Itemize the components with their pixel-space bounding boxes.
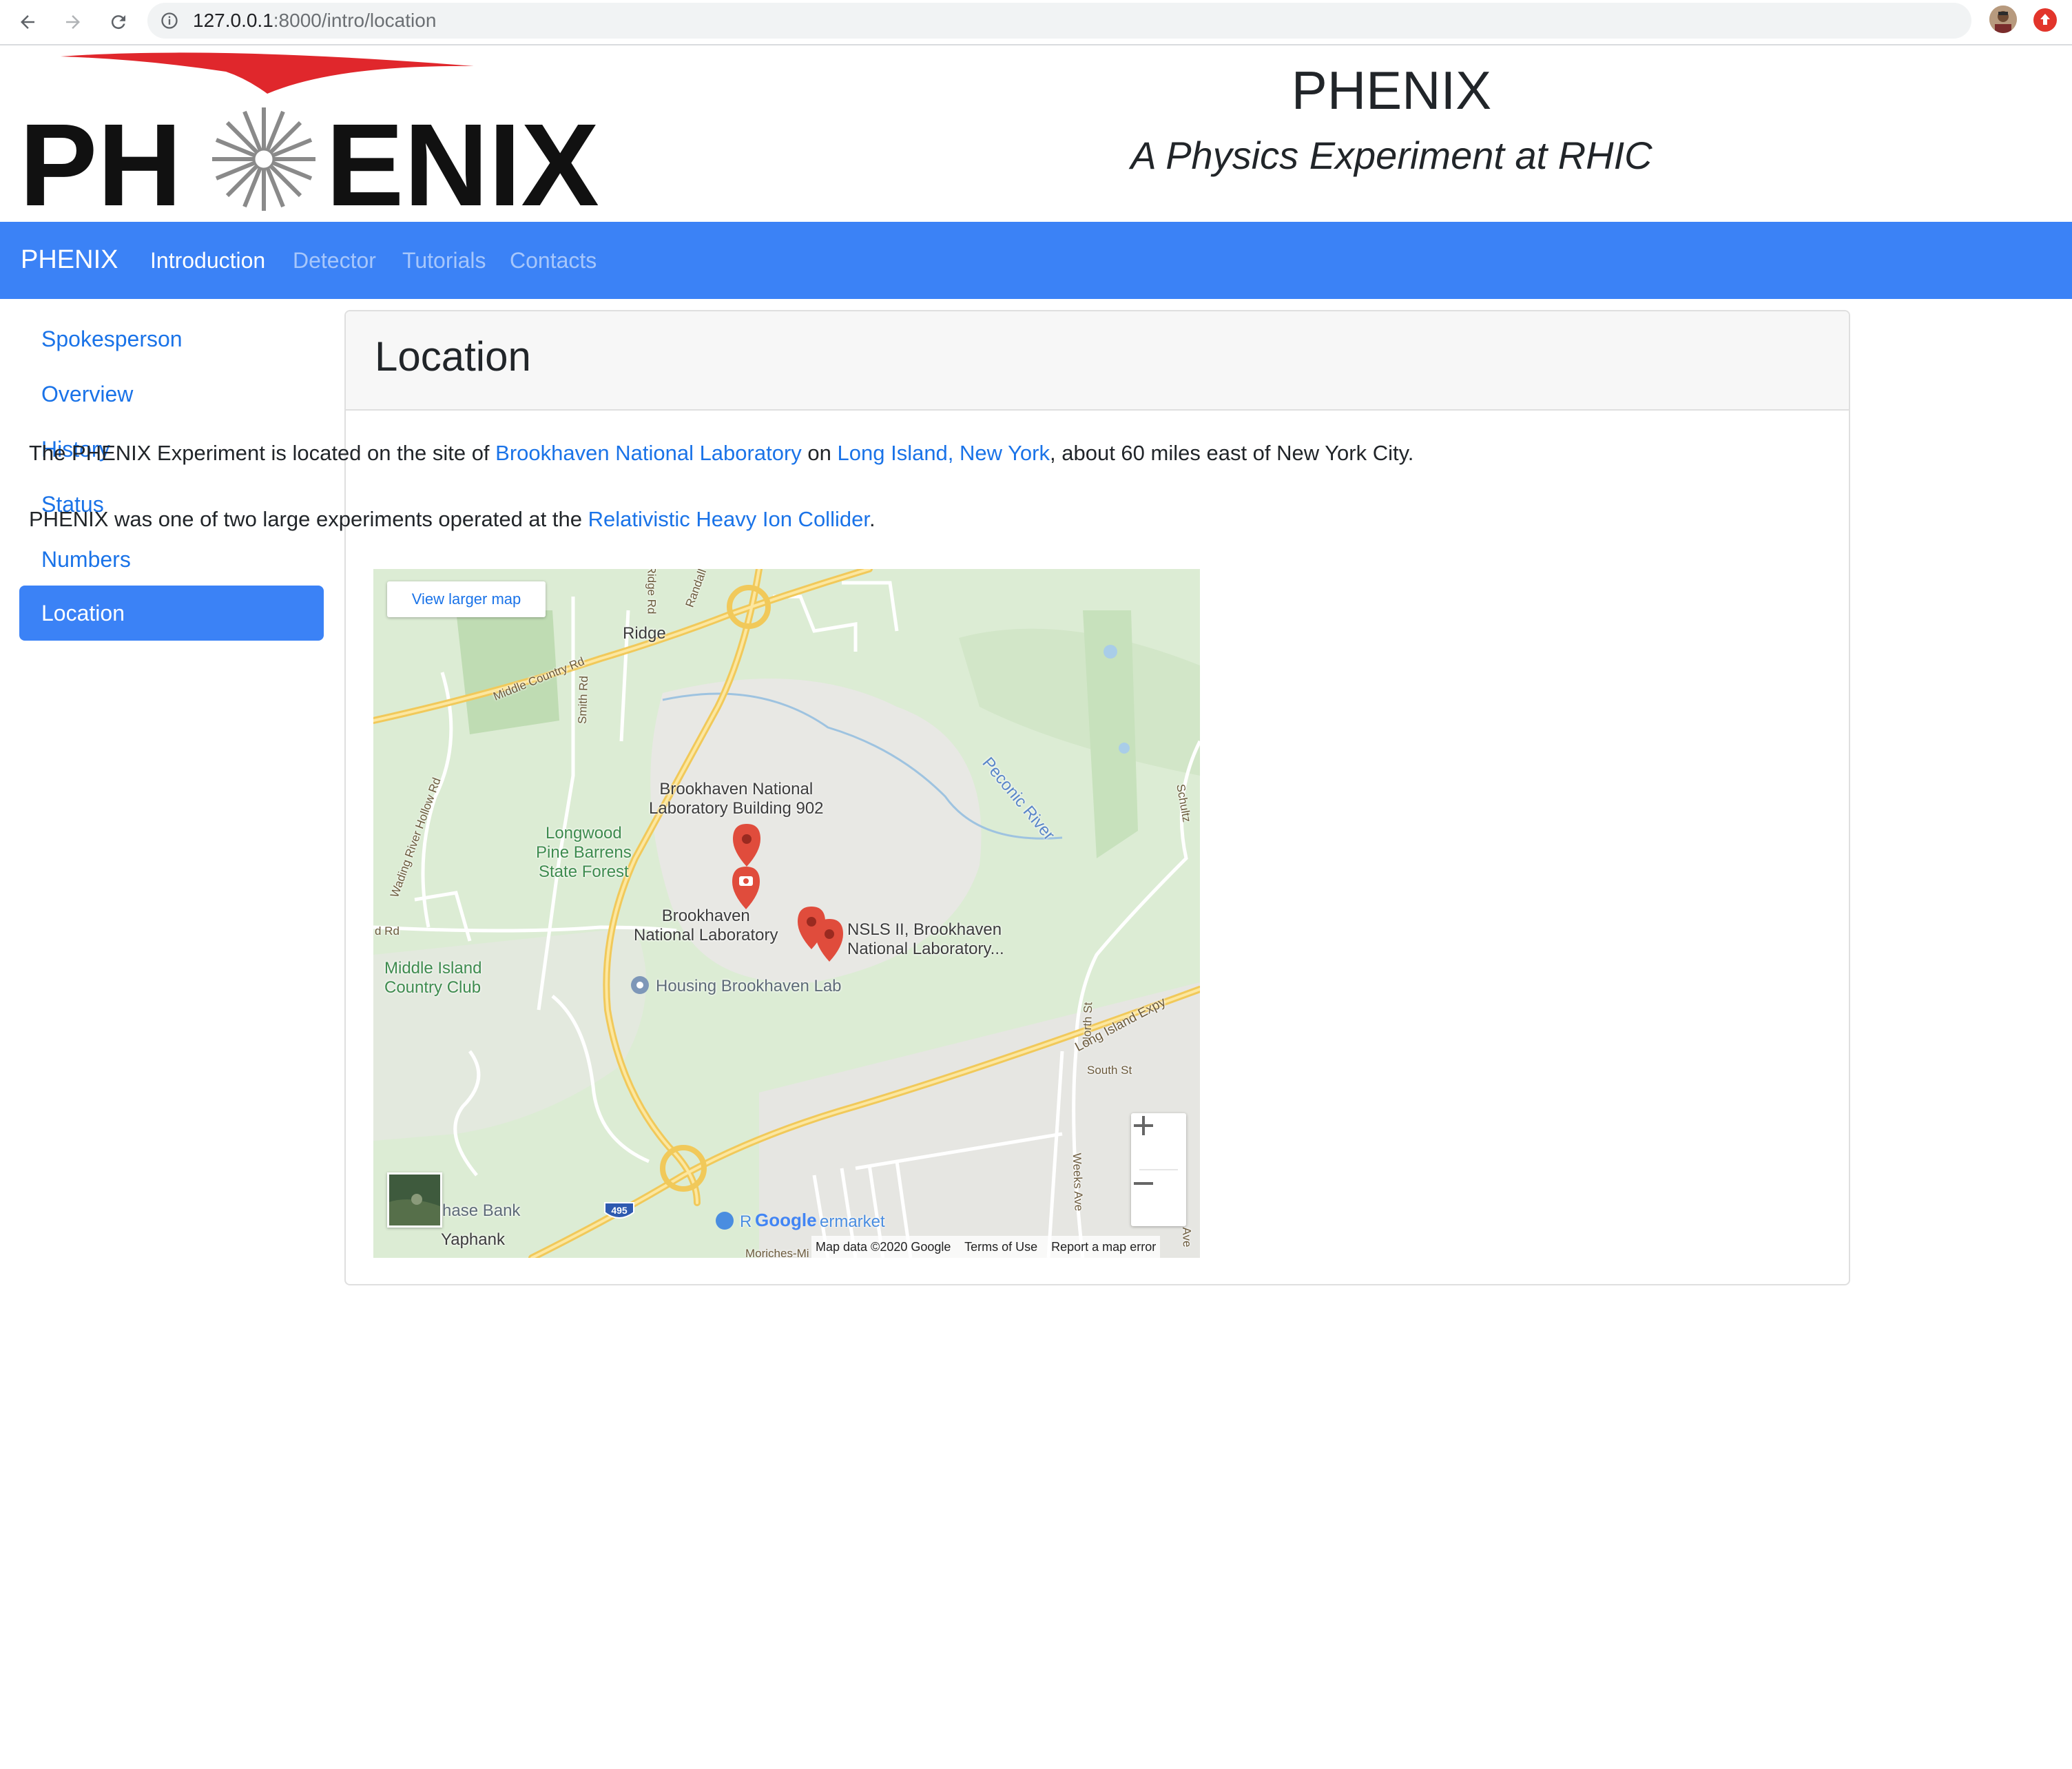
map-label-chase-bank: hase Bank (442, 1201, 521, 1220)
map-label-ridge-rd: Ridge Rd (645, 569, 659, 614)
nav-contacts[interactable]: Contacts (510, 247, 597, 274)
forward-arrow-icon[interactable] (56, 6, 90, 39)
site-subtitle: A Physics Experiment at RHIC (1130, 134, 1653, 177)
zoom-divider (1139, 1169, 1178, 1170)
map-label-bnl: Brookhaven National Laboratory (634, 907, 778, 944)
view-larger-map-button[interactable]: View larger map (387, 581, 546, 617)
navbar-brand[interactable]: PHENIX (21, 244, 118, 276)
map-label-ave: Ave (1179, 1227, 1194, 1248)
back-arrow-icon[interactable] (11, 6, 44, 39)
map-label-middle-island: Middle Island Country Club (384, 959, 482, 997)
phenix-logo[interactable]: PH ENIX (19, 45, 646, 231)
site-title: PHENIX (1291, 60, 1492, 121)
card-header: Location (346, 311, 1849, 411)
text: The PHENIX Experiment is located on the … (29, 441, 496, 465)
rhic-paragraph: PHENIX was one of two large experiments … (29, 506, 876, 533)
nav-tutorials[interactable]: Tutorials (402, 247, 486, 274)
map-label-yaphank: Yaphank (441, 1230, 505, 1249)
svg-text:PH: PH (19, 100, 182, 220)
map-label-rd: d Rd (375, 924, 400, 938)
embedded-map[interactable]: 495 Ridge Middle Country Rd Ridge Rd Ran… (373, 569, 1200, 1258)
text: , about 60 miles east of New York City. (1050, 441, 1414, 465)
zoom-out-button[interactable] (1131, 1171, 1186, 1226)
link-rhic[interactable]: Relativistic Heavy Ion Collider (588, 507, 869, 531)
svg-text:ENIX: ENIX (326, 100, 599, 220)
map-label-market-end: ermarket (820, 1212, 885, 1231)
text: on (801, 441, 838, 465)
sidebar-item-label: Overview (41, 382, 134, 406)
map-label-ridge: Ridge (623, 624, 666, 643)
sidebar-item-location[interactable]: Location (19, 586, 324, 641)
map-label-smith-rd: Smith Rd (575, 675, 591, 725)
satellite-thumbnail-icon (389, 1175, 440, 1225)
page-title: Location (375, 333, 531, 380)
sidebar-item-label: Location (41, 601, 125, 625)
link-bnl[interactable]: Brookhaven National Laboratory (495, 441, 802, 465)
sidebar-item-spokesperson[interactable]: Spokesperson (19, 311, 324, 366)
map-label-moriches: Moriches-Mi (745, 1247, 809, 1258)
text: PHENIX was one of two large experiments … (29, 507, 588, 531)
report-map-error-link[interactable]: Report a map error (1051, 1240, 1156, 1254)
nav-introduction[interactable]: Introduction (150, 247, 265, 274)
map-label-housing: Housing Brookhaven Lab (656, 977, 842, 995)
url-host: 127.0.0.1 (193, 10, 273, 31)
map-label-bnl-902: Brookhaven National Laboratory Building … (649, 780, 824, 818)
sidebar-item-numbers[interactable]: Numbers (19, 532, 324, 587)
map-label-market-start: R (740, 1212, 752, 1231)
avatar[interactable] (1989, 6, 2017, 33)
url-text: 127.0.0.1:8000/intro/location (193, 8, 436, 33)
browser-toolbar: 127.0.0.1:8000/intro/location (0, 0, 2072, 45)
address-bar[interactable]: 127.0.0.1:8000/intro/location (147, 3, 1971, 39)
url-path: :8000/intro/location (273, 10, 437, 31)
sidebar-item-overview[interactable]: Overview (19, 366, 324, 422)
sidebar-item-label: Spokesperson (41, 327, 183, 351)
map-label-south-st: South St (1087, 1064, 1132, 1077)
text: . (869, 507, 876, 531)
map-label-nsls: NSLS II, Brookhaven National Laboratory.… (847, 920, 1004, 958)
reload-icon[interactable] (102, 6, 135, 39)
google-logo-text: Google (755, 1210, 817, 1230)
terms-of-use-link[interactable]: Terms of Use (964, 1240, 1037, 1254)
main-navbar: PHENIX Introduction Detector Tutorials C… (0, 222, 2072, 299)
zoom-in-button[interactable] (1131, 1113, 1186, 1168)
zoom-control (1131, 1113, 1186, 1226)
plus-icon (1134, 1116, 1153, 1135)
map-data-credit: Map data ©2020 Google (816, 1240, 951, 1254)
extension-icon[interactable] (2033, 8, 2057, 32)
nav-detector[interactable]: Detector (293, 247, 376, 274)
satellite-toggle[interactable] (387, 1172, 442, 1228)
google-logo: Google (755, 1210, 817, 1231)
interstate-shield: 495 (611, 1205, 628, 1216)
minus-icon (1134, 1182, 1153, 1185)
map-label-longwood: Longwood Pine Barrens State Forest (536, 824, 632, 881)
view-larger-map-label: View larger map (411, 590, 521, 608)
map-attribution: Map data ©2020 Google Terms of Use Repor… (811, 1236, 1161, 1258)
sidebar-item-label: Numbers (41, 547, 131, 572)
info-icon[interactable] (160, 11, 179, 30)
map-label-weeks-ave: Weeks Ave (1070, 1152, 1086, 1212)
intro-paragraph: The PHENIX Experiment is located on the … (29, 439, 1413, 467)
link-long-island[interactable]: Long Island, New York (838, 441, 1050, 465)
